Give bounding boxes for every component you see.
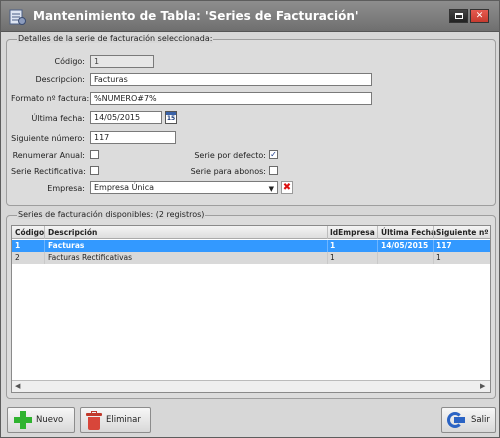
series-table[interactable]: Código Descripción IdEmpresa Última Fech…: [11, 225, 491, 393]
add-icon: [14, 411, 32, 429]
cell-descripcion: Facturas Rectificativas: [48, 253, 133, 262]
cell-codigo: 2: [15, 253, 20, 262]
calendar-icon[interactable]: 15: [165, 111, 177, 124]
para-abonos-checkbox[interactable]: [269, 166, 278, 175]
empresa-select[interactable]: Empresa Única ▼: [90, 181, 278, 194]
nuevo-button[interactable]: Nuevo: [7, 407, 75, 433]
formato-field[interactable]: %NUMERO#7%: [90, 92, 372, 105]
codigo-label: Código:: [54, 57, 85, 66]
cell-siguiente: 117: [436, 241, 452, 250]
table-header: Código Descripción IdEmpresa Última Fech…: [12, 226, 490, 239]
por-defecto-label: Serie por defecto:: [194, 151, 266, 160]
eliminar-button[interactable]: Eliminar: [80, 407, 151, 433]
cell-idempresa: 1: [330, 241, 336, 250]
window-title: Mantenimiento de Tabla: 'Series de Factu…: [33, 9, 359, 23]
renumerar-label: Renumerar Anual:: [12, 151, 85, 160]
clear-empresa-button[interactable]: ✖: [281, 181, 293, 194]
nuevo-label: Nuevo: [36, 415, 64, 425]
close-icon: ✕: [475, 10, 484, 21]
column-header-ultima-fecha[interactable]: Última Fecha: [381, 228, 436, 237]
title-bar[interactable]: Mantenimiento de Tabla: 'Series de Factu…: [1, 1, 499, 32]
scroll-right-icon[interactable]: ▶: [480, 382, 485, 390]
ultima-fecha-label: Última fecha:: [31, 114, 85, 123]
ultima-fecha-field[interactable]: 14/05/2015: [90, 111, 162, 124]
column-header-idempresa[interactable]: IdEmpresa: [330, 228, 375, 237]
exit-icon: [447, 411, 467, 429]
details-legend: Detalles de la serie de facturación sele…: [17, 34, 214, 43]
por-defecto-checkbox[interactable]: ✓: [269, 150, 278, 159]
list-legend: Series de facturación disponibles: (2 re…: [17, 210, 206, 219]
formato-label: Formato nº factura:: [11, 94, 90, 103]
close-button[interactable]: ✕: [470, 9, 489, 23]
maintenance-window: Mantenimiento de Tabla: 'Series de Factu…: [0, 0, 500, 438]
restore-button[interactable]: [449, 9, 468, 23]
dropdown-arrow-icon: ▼: [268, 185, 274, 193]
descripcion-label: Descripcion:: [35, 75, 85, 84]
descripcion-field[interactable]: Facturas: [90, 73, 372, 86]
empresa-selected-value: Empresa Única: [94, 183, 155, 192]
cell-codigo: 1: [15, 241, 21, 250]
cell-descripcion: Facturas: [48, 241, 85, 250]
eliminar-label: Eliminar: [106, 415, 141, 425]
siguiente-field[interactable]: 117: [90, 131, 176, 144]
renumerar-checkbox[interactable]: [90, 150, 99, 159]
horizontal-scrollbar[interactable]: ◀ ▶: [12, 380, 490, 392]
cell-siguiente: 1: [436, 253, 441, 262]
table-row[interactable]: 2 Facturas Rectificativas 1 1: [12, 252, 490, 264]
column-header-descripcion[interactable]: Descripción: [48, 228, 97, 237]
column-header-siguiente[interactable]: Siguiente nº: [436, 228, 489, 237]
cell-ultima-fecha: 14/05/2015: [381, 241, 429, 250]
rectificativa-checkbox[interactable]: [90, 166, 99, 175]
calendar-day: 15: [166, 115, 176, 122]
salir-button[interactable]: Salir: [441, 407, 496, 433]
codigo-field[interactable]: 1: [90, 55, 154, 68]
delete-x-icon: ✖: [282, 182, 292, 193]
table-app-icon: [9, 9, 26, 25]
column-header-codigo[interactable]: Código: [15, 228, 44, 237]
table-row[interactable]: 1 Facturas 1 14/05/2015 117: [12, 240, 490, 252]
salir-label: Salir: [471, 415, 490, 425]
scroll-left-icon[interactable]: ◀: [15, 382, 20, 390]
cell-idempresa: 1: [330, 253, 335, 262]
trash-icon: [86, 410, 102, 430]
restore-icon: [454, 13, 463, 19]
rectificativa-label: Serie Rectificativa:: [11, 167, 86, 176]
siguiente-label: Siguiente número:: [11, 134, 85, 143]
empresa-label: Empresa:: [47, 184, 85, 193]
para-abonos-label: Serie para abonos:: [190, 167, 266, 176]
